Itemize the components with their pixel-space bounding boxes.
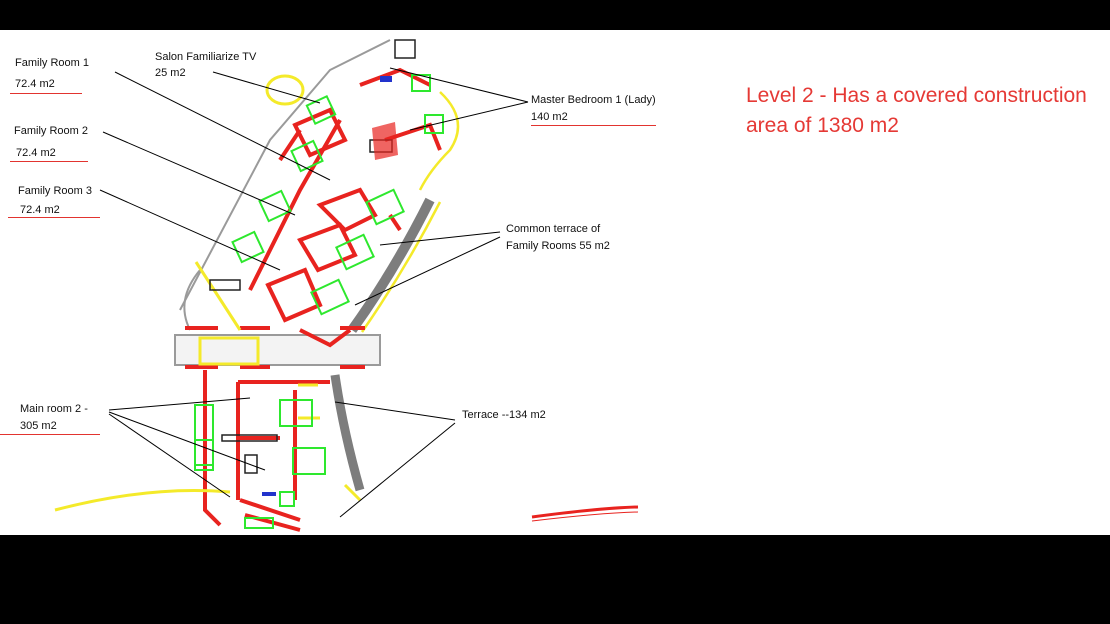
main-terrace-curve <box>330 374 365 492</box>
family-room-2-area: 72.4 m2 <box>16 147 56 159</box>
common-terrace-line2: Family Rooms 55 m2 <box>506 240 610 252</box>
main-room-2-name: Main room 2 - <box>20 403 88 415</box>
bottom-arc-right-2 <box>531 511 639 522</box>
family-room-1-area: 72.4 m2 <box>15 78 55 90</box>
family-room-3-name: Family Room 3 <box>18 185 92 197</box>
common-terrace-line1: Common terrace of <box>506 223 601 235</box>
family-room-2-underline <box>10 161 88 162</box>
main-room-2-area: 305 m2 <box>20 420 57 432</box>
family-room-1-underline <box>10 93 82 94</box>
master-bedroom-name: Master Bedroom 1 (Lady) <box>531 94 656 106</box>
level-title-line2: area of 1380 m2 <box>746 114 899 137</box>
bath-fixture <box>380 76 392 82</box>
bath-fixture-2 <box>262 492 276 496</box>
main-room-2-underline <box>0 434 100 435</box>
salon-tv-name: Salon Familiarize TV <box>155 51 257 63</box>
family-room-3-underline <box>8 217 100 218</box>
salon-tv-area: 25 m2 <box>155 67 186 79</box>
family-room-1-name: Family Room 1 <box>15 57 89 69</box>
staircase <box>372 122 398 160</box>
master-yellow-curve <box>418 91 460 191</box>
level-title-line1: Level 2 - Has a covered construction <box>746 84 1087 107</box>
family-room-2-name: Family Room 2 <box>14 125 88 137</box>
terrace-name: Terrace --134 m2 <box>462 409 546 421</box>
family-room-3-area: 72.4 m2 <box>20 204 60 216</box>
master-bedroom-area: 140 m2 <box>531 111 568 123</box>
floor-plan-canvas: Family Room 1 72.4 m2 Family Room 2 72.4… <box>0 30 1110 535</box>
master-bedroom-underline <box>531 125 656 126</box>
family-terrace-yellow <box>360 201 442 333</box>
